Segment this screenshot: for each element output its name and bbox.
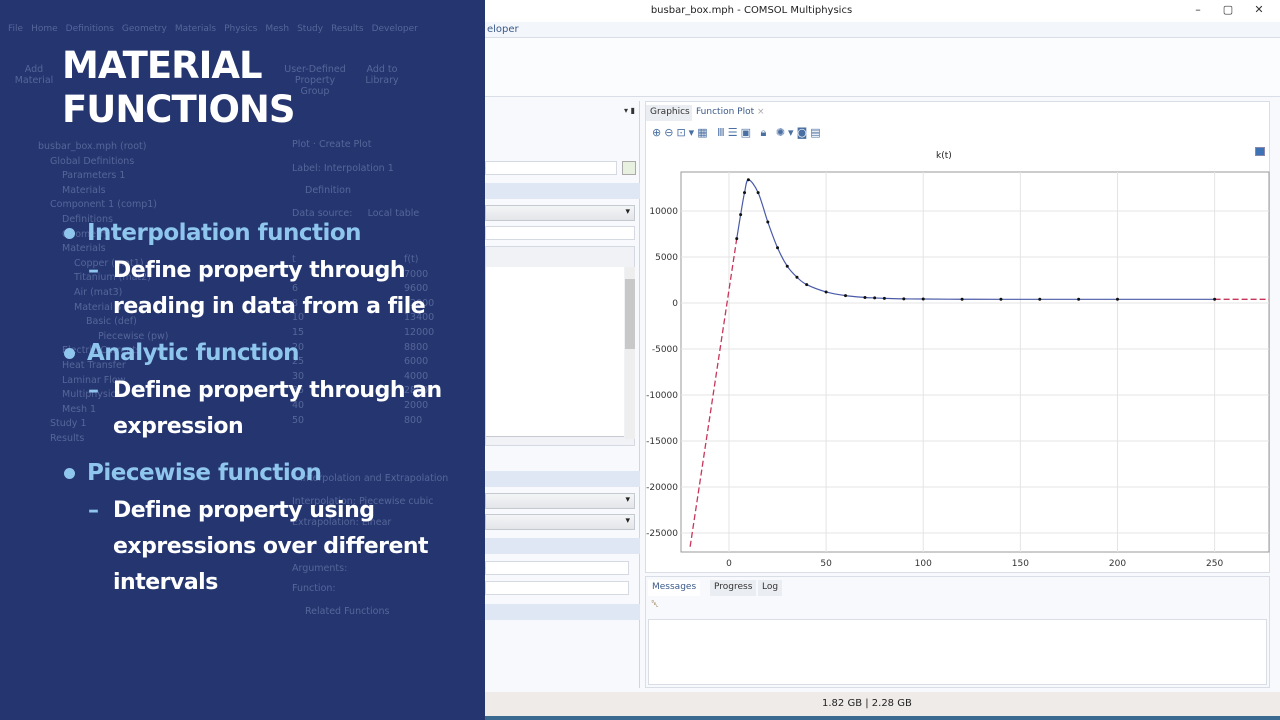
- x-tick-label: 100: [915, 559, 932, 569]
- y-tick-label: 5000: [655, 253, 678, 263]
- graphics-panel: Graphics Function Plot × ⊕⊖⊡▾▦ Ⅲ☰▣ 🔒︎ ✺▾…: [645, 101, 1270, 573]
- data-point: [1038, 297, 1042, 301]
- bullet-piecewise-detail: – Define property using expressions over …: [88, 498, 429, 595]
- bullet-analytic: Analytic function: [64, 340, 300, 366]
- x-tick-label: 250: [1206, 559, 1223, 569]
- y-tick-label: 10000: [649, 207, 678, 217]
- data-point: [785, 264, 789, 268]
- y-tick-label: 0: [672, 299, 678, 309]
- plot-area: [680, 171, 1270, 553]
- y-tick-label: -10000: [646, 391, 678, 401]
- data-point: [844, 294, 848, 298]
- slide-title-line2: FUNCTIONS: [62, 88, 296, 131]
- bullet-dot-icon: [64, 348, 75, 359]
- x-tick-label: 200: [1109, 559, 1126, 569]
- bullet-dot-icon: [64, 468, 75, 479]
- bullet-dot-icon: [64, 228, 75, 239]
- data-point: [863, 295, 867, 299]
- data-point: [795, 275, 799, 279]
- data-point: [1213, 297, 1217, 301]
- data-point: [902, 297, 906, 301]
- data-point: [1115, 297, 1119, 301]
- data-point: [739, 213, 743, 217]
- tab-messages[interactable]: Messages: [648, 580, 701, 596]
- y-tick-label: -20000: [646, 483, 678, 493]
- data-point: [824, 290, 828, 294]
- y-tick-label: -5000: [652, 345, 678, 355]
- data-point: [999, 297, 1003, 301]
- slide-title: MATERIAL FUNCTIONS: [62, 44, 296, 132]
- tab-progress[interactable]: Progress: [710, 580, 757, 596]
- data-point: [873, 296, 877, 300]
- bullet-analytic-detail: – Define property through an expression: [88, 378, 442, 439]
- data-point: [882, 296, 886, 300]
- data-point: [776, 246, 780, 250]
- bullet-piecewise: Piecewise function: [64, 460, 322, 486]
- data-point: [1077, 297, 1081, 301]
- bullet-interpolation-detail: – Define property through reading in data…: [88, 258, 426, 319]
- data-point: [921, 297, 925, 301]
- x-tick-label: 150: [1012, 559, 1029, 569]
- tab-log[interactable]: Log: [758, 580, 783, 596]
- data-point: [805, 283, 809, 287]
- data-point: [960, 297, 964, 301]
- x-tick-label: 0: [726, 559, 732, 569]
- slide-overlay: MATERIAL FUNCTIONS Interpolation functio…: [0, 0, 485, 720]
- clear-messages-icon[interactable]: ␡: [651, 599, 659, 610]
- memory-usage: 1.82 GB | 2.28 GB: [822, 698, 912, 709]
- data-point: [756, 191, 760, 195]
- messages-output: [648, 619, 1267, 685]
- data-point: [735, 237, 739, 241]
- data-point: [743, 191, 747, 195]
- slide-title-line1: MATERIAL: [62, 44, 263, 87]
- x-tick-label: 50: [820, 559, 832, 569]
- y-tick-label: -15000: [646, 437, 678, 447]
- bullet-interpolation: Interpolation function: [64, 220, 362, 246]
- data-point: [766, 220, 770, 224]
- messages-panel: Messages Progress Log ␡: [645, 576, 1270, 688]
- y-tick-label: -25000: [646, 529, 678, 539]
- data-point: [746, 178, 750, 182]
- related-functions-section[interactable]: [485, 604, 640, 620]
